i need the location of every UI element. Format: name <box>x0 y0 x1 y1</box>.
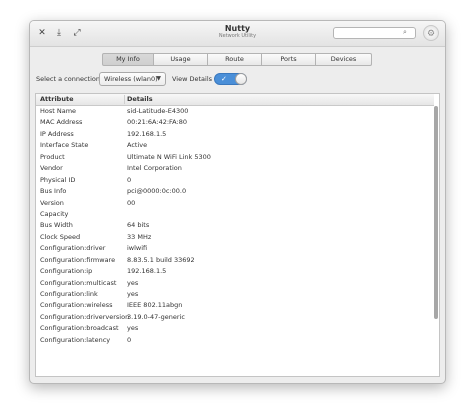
info-table: Attribute Details Host Name sid-Latitude-… <box>35 93 440 377</box>
table-row[interactable]: Interface State Active <box>36 140 434 151</box>
attribute-cell: Bus Info <box>40 187 67 196</box>
attribute-cell: Configuration:driver <box>40 244 106 253</box>
tab-ports[interactable]: Ports <box>262 53 316 66</box>
table-row[interactable]: Clock Speed 33 MHz <box>36 232 434 243</box>
table-row[interactable]: MAC Address 00:21:6A:42:FA:80 <box>36 117 434 128</box>
tab-devices[interactable]: Devices <box>316 53 372 66</box>
table-row[interactable]: Configuration:wireless IEEE 802.11abgn <box>36 300 434 311</box>
details-cell: yes <box>127 290 139 298</box>
chevron-down-icon: ▼ <box>156 75 161 82</box>
table-row[interactable]: Bus Info pci@0000:0c:00.0 <box>36 186 434 197</box>
details-cell: 192.168.1.5 <box>127 267 167 276</box>
details-cell: iwlwifi <box>127 244 148 253</box>
details-cell: Active <box>127 141 148 150</box>
attribute-cell: MAC Address <box>40 118 83 127</box>
attribute-cell: Configuration:driverversion <box>40 312 130 321</box>
attribute-cell: Version <box>40 198 64 207</box>
details-cell: 192.168.1.5 <box>127 129 167 138</box>
table-row[interactable]: Configuration:driverversion 3.19.0-47-gen… <box>36 312 434 323</box>
table-row[interactable]: Bus Width 64 bits <box>36 220 434 231</box>
connection-label: Select a connection <box>36 75 100 83</box>
attribute-cell: Vendor <box>40 164 63 173</box>
tab-route[interactable]: Route <box>208 53 262 66</box>
table-row[interactable]: Capacity <box>36 209 434 220</box>
details-cell: 8.83.5.1 build 33692 <box>127 255 195 264</box>
details-cell: pci@0000:0c:00.0 <box>127 187 187 196</box>
table-row[interactable]: Configuration:latency 0 <box>36 335 434 346</box>
connection-controls: Select a connection Wireless (wlan0) ▼ V… <box>36 71 436 87</box>
table-row[interactable]: Configuration:broadcast yes <box>36 323 434 334</box>
attribute-cell: Configuration:link <box>40 290 98 298</box>
attribute-cell: Configuration:broadcast <box>40 324 119 333</box>
search-icon: ⌕ <box>403 28 407 36</box>
details-cell: 00:21:6A:42:FA:80 <box>127 118 187 127</box>
table-header: Attribute Details <box>36 94 434 106</box>
table-row[interactable]: IP Address 192.168.1.5 <box>36 129 434 140</box>
details-cell: 0 <box>127 335 132 344</box>
table-row[interactable]: Configuration:firmware 8.83.5.1 build 336… <box>36 255 434 266</box>
attribute-cell: Interface State <box>40 141 89 150</box>
table-row[interactable]: Configuration:ip 192.168.1.5 <box>36 266 434 277</box>
details-cell: yes <box>127 278 139 287</box>
column-header-details[interactable]: Details <box>124 95 153 104</box>
details-cell: Ultimate N WiFi Link 5300 <box>127 152 211 161</box>
column-header-attribute[interactable]: Attribute <box>40 95 73 103</box>
app-window: ✕ ⤓ ⤢ Nutty Network Utility ⌕ ⚙ My Info … <box>29 20 446 384</box>
table-row[interactable]: Product Ultimate N WiFi Link 5300 <box>36 152 434 163</box>
table-row[interactable]: Vendor Intel Corporation <box>36 163 434 174</box>
attribute-cell: Product <box>40 152 65 161</box>
title-bar: ✕ ⤓ ⤢ Nutty Network Utility ⌕ ⚙ <box>30 21 445 47</box>
details-cell: IEEE 802.11abgn <box>127 301 183 310</box>
tab-my-info[interactable]: My Info <box>102 53 154 66</box>
attribute-cell: Host Name <box>40 107 77 115</box>
attribute-cell: Configuration:firmware <box>40 255 116 264</box>
attribute-cell: Physical ID <box>40 175 76 184</box>
table-row[interactable]: Configuration:driver iwlwifi <box>36 243 434 254</box>
view-details-label: View Details <box>172 75 213 83</box>
details-cell: 00 <box>127 198 136 207</box>
attribute-cell: Configuration:ip <box>40 267 93 276</box>
table-row[interactable]: Configuration:multicast yes <box>36 278 434 289</box>
details-cell: Intel Corporation <box>127 164 182 173</box>
connection-select[interactable]: Wireless (wlan0) ▼ <box>99 72 166 86</box>
view-details-toggle[interactable]: ✓ <box>214 73 247 85</box>
details-cell: 64 bits <box>127 221 150 230</box>
details-cell: 0 <box>127 175 132 184</box>
attribute-cell: Configuration:wireless <box>40 301 113 310</box>
table-row[interactable]: Configuration:link yes <box>36 289 434 300</box>
details-cell: sid-Latitude-E4300 <box>127 107 189 115</box>
details-cell: yes <box>127 324 139 333</box>
details-cell: 33 MHz <box>127 232 152 241</box>
attribute-cell: Bus Width <box>40 221 73 230</box>
attribute-cell: IP Address <box>40 129 74 138</box>
settings-gear-icon[interactable]: ⚙ <box>423 25 439 41</box>
connection-select-value: Wireless (wlan0) <box>104 75 158 83</box>
vertical-scrollbar[interactable] <box>434 106 438 319</box>
details-cell: 3.19.0-47-generic <box>127 312 185 321</box>
check-icon: ✓ <box>221 75 227 83</box>
tab-bar: My Info Usage Route Ports Devices <box>102 53 372 66</box>
tab-usage[interactable]: Usage <box>154 53 208 66</box>
attribute-cell: Clock Speed <box>40 232 81 241</box>
attribute-cell: Capacity <box>40 209 69 218</box>
table-row[interactable]: Physical ID 0 <box>36 175 434 186</box>
attribute-cell: Configuration:latency <box>40 335 111 344</box>
attribute-cell: Configuration:multicast <box>40 278 117 287</box>
table-body: Host Name sid-Latitude-E4300 MAC Address 00… <box>36 106 434 346</box>
table-row[interactable]: Host Name sid-Latitude-E4300 <box>36 106 434 117</box>
table-row[interactable]: Version 00 <box>36 198 434 209</box>
toggle-knob <box>235 73 247 85</box>
